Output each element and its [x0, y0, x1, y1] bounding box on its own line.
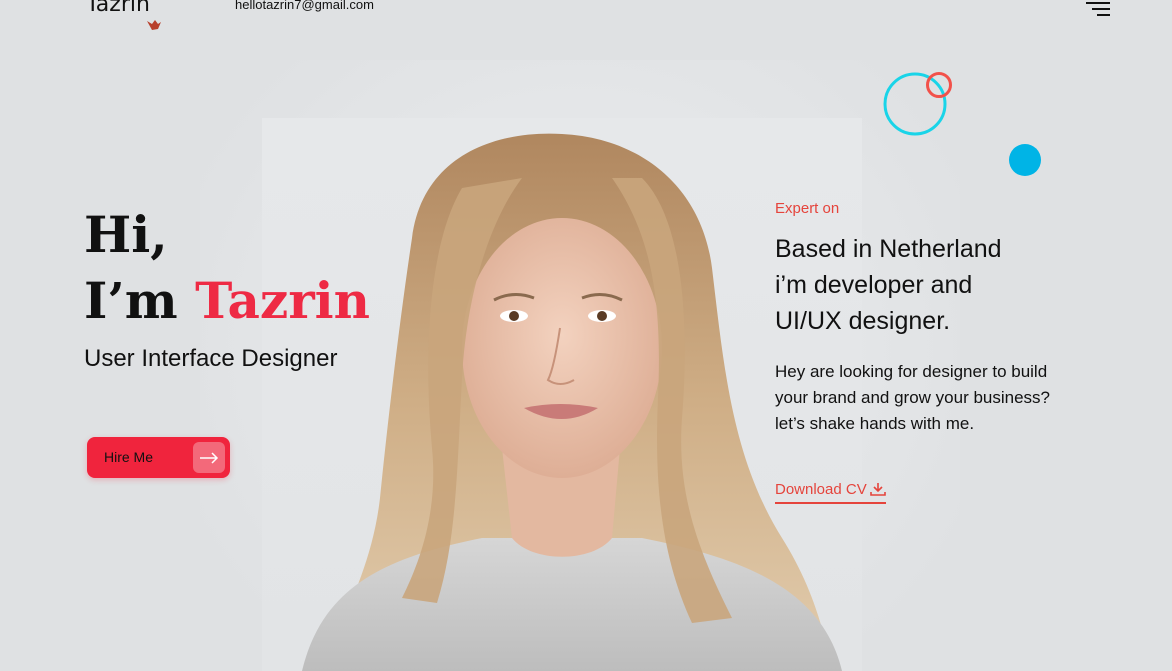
name-accent: Tazrin	[195, 271, 371, 330]
fox-logo-icon	[147, 20, 161, 30]
about-description: Hey are looking for designer to build yo…	[775, 359, 1115, 437]
description-line: let’s shake hands with me.	[775, 414, 975, 433]
download-cv-link[interactable]: Download CV	[775, 481, 886, 504]
email-link[interactable]: hellotazrin7@gmail.com	[235, 0, 374, 12]
role-subtitle: User Interface Designer	[84, 345, 338, 372]
description-line: your brand and grow your business?	[775, 388, 1050, 407]
arrow-right-icon	[193, 442, 225, 473]
download-cv-label: Download CV	[775, 481, 867, 498]
download-icon	[869, 483, 886, 496]
hamburger-menu-icon[interactable]	[1083, 0, 1113, 18]
greeting-heading: Hi,	[84, 205, 168, 264]
headline-line: Based in Netherland	[775, 235, 1002, 263]
description-line: Hey are looking for designer to build	[775, 362, 1048, 381]
decorative-dot	[1009, 144, 1041, 176]
hire-me-label: Hire Me	[104, 449, 154, 465]
expert-label: Expert on	[775, 200, 840, 217]
headline-line: UI/UX designer.	[775, 307, 951, 335]
logo-text[interactable]: Tazrin	[86, 0, 150, 17]
decorative-circles	[883, 72, 952, 136]
headline-line: i’m developer and	[775, 271, 973, 299]
hire-me-button[interactable]: Hire Me	[87, 437, 230, 478]
intro-prefix: I’m	[84, 271, 196, 330]
about-headline: Based in Netherland i’m developer and UI…	[775, 231, 1075, 339]
name-heading: I’m Tazrin	[84, 272, 370, 330]
portrait-photo	[302, 133, 842, 671]
